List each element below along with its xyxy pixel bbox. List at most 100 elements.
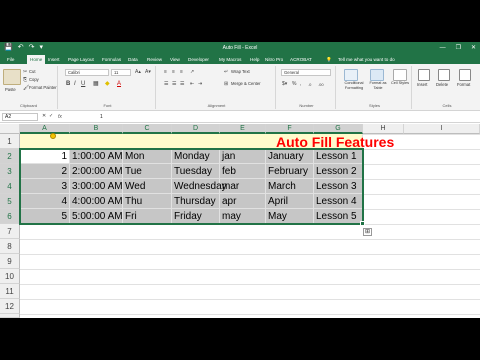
cell-c3[interactable]: Tue — [123, 164, 172, 179]
underline-icon[interactable]: U — [81, 81, 85, 88]
formula-input[interactable]: 1 — [100, 113, 103, 121]
increase-indent-icon[interactable]: ⇥ — [198, 81, 202, 88]
auto-fill-options-icon[interactable]: ⊞ — [363, 228, 372, 236]
cell-a6[interactable]: 5 — [20, 209, 70, 224]
format-button[interactable]: Format — [457, 82, 470, 88]
cell-g5[interactable]: Lesson 4 — [314, 194, 363, 209]
row-header-1[interactable]: 1 — [0, 134, 20, 149]
cell-d2[interactable]: Monday — [172, 149, 220, 164]
enter-icon[interactable]: ✓ — [49, 113, 53, 120]
wrap-text-button[interactable]: Wrap Text — [231, 69, 250, 75]
format-painter-button[interactable]: Format Painter — [29, 85, 57, 91]
cell-d4[interactable]: Wednesday — [172, 179, 227, 194]
select-all-corner[interactable] — [0, 124, 20, 134]
format-as-table-button[interactable]: Format as Table — [368, 81, 388, 91]
row-header-9[interactable]: 9 — [0, 254, 20, 269]
italic-icon[interactable]: I — [74, 81, 76, 88]
cell-f2[interactable]: January — [266, 149, 314, 164]
cell-g2[interactable]: Lesson 1 — [314, 149, 363, 164]
column-header-g[interactable]: G — [314, 124, 363, 134]
tab-home[interactable]: Home — [27, 55, 46, 64]
cell-f3[interactable]: February — [266, 164, 314, 179]
tab-view[interactable]: View — [170, 56, 180, 63]
number-format-select[interactable]: General — [281, 69, 331, 76]
cell-b3[interactable]: 2:00:00 AM — [70, 164, 123, 179]
format-icon[interactable] — [459, 69, 471, 81]
cell-c4[interactable]: Wed — [123, 179, 172, 194]
column-header-a[interactable]: A — [20, 124, 70, 134]
merge-center-button[interactable]: Merge & Center — [231, 81, 261, 87]
row-header-5[interactable]: 5 — [0, 194, 20, 209]
fill-handle[interactable] — [360, 221, 365, 226]
percent-icon[interactable]: % — [292, 81, 296, 88]
column-header-f[interactable]: F — [266, 124, 314, 134]
row-header-6[interactable]: 6 — [0, 209, 20, 224]
font-color-icon[interactable]: A — [117, 81, 121, 88]
align-bottom-icon[interactable]: ≡ — [180, 69, 183, 76]
cell-g6[interactable]: Lesson 5 — [314, 209, 363, 224]
cell-a5[interactable]: 4 — [20, 194, 70, 209]
shrink-font-icon[interactable]: A▾ — [145, 69, 151, 76]
tab-file[interactable]: File — [7, 56, 14, 63]
copy-button[interactable]: Copy — [29, 77, 39, 83]
tab-nitro-pro[interactable]: Nitro Pro — [265, 56, 283, 63]
restore-button[interactable]: ❐ — [456, 44, 461, 52]
orientation-icon[interactable]: ↗ — [190, 69, 194, 76]
insert-icon[interactable] — [418, 69, 430, 81]
cut-button[interactable]: Cut — [29, 69, 36, 75]
column-header-i[interactable]: I — [404, 124, 480, 134]
cell-b5[interactable]: 4:00:00 AM — [70, 194, 123, 209]
cell-e3[interactable]: feb — [220, 164, 266, 179]
cell-e5[interactable]: apr — [220, 194, 266, 209]
row-header-11[interactable]: 11 — [0, 284, 20, 299]
delete-button[interactable]: Delete — [436, 82, 448, 88]
tab-page-layout[interactable]: Page Layout — [68, 56, 94, 63]
insert-function-icon[interactable]: fx — [58, 113, 62, 121]
tell-me-search[interactable]: Tell me what you want to do — [338, 56, 395, 63]
cell-a4[interactable]: 3 — [20, 179, 70, 194]
grow-font-icon[interactable]: A▴ — [135, 69, 141, 76]
tab-insert[interactable]: Insert — [48, 56, 60, 63]
conditional-formatting-button[interactable]: Conditional Formatting — [340, 81, 368, 91]
insert-button[interactable]: Insert — [417, 82, 427, 88]
bold-icon[interactable]: B — [66, 81, 70, 88]
cell-f6[interactable]: May — [266, 209, 314, 224]
cell-c6[interactable]: Fri — [123, 209, 172, 224]
cell-b2[interactable]: 1:00:00 AM — [70, 149, 123, 164]
paste-icon[interactable] — [3, 69, 21, 85]
align-left-icon[interactable]: ☰ — [164, 81, 168, 88]
column-header-e[interactable]: E — [220, 124, 266, 134]
column-header-d[interactable]: D — [172, 124, 220, 134]
cell-d3[interactable]: Tuesday — [172, 164, 220, 179]
cell-d6[interactable]: Friday — [172, 209, 220, 224]
conditional-formatting-icon[interactable] — [344, 69, 358, 81]
cell-a2[interactable]: 1 — [20, 149, 70, 164]
column-header-h[interactable]: H — [363, 124, 404, 134]
fill-color-icon[interactable]: ◆ — [105, 81, 110, 88]
cell-a3[interactable]: 2 — [20, 164, 70, 179]
cell-f5[interactable]: April — [266, 194, 314, 209]
font-name-select[interactable]: Calibri — [65, 69, 109, 76]
row-header-8[interactable]: 8 — [0, 239, 20, 254]
close-button[interactable]: ✕ — [471, 44, 476, 52]
column-header-c[interactable]: C — [123, 124, 172, 134]
align-center-icon[interactable]: ☰ — [172, 81, 176, 88]
delete-icon[interactable] — [438, 69, 450, 81]
cell-g4[interactable]: Lesson 3 — [314, 179, 363, 194]
cell-styles-button[interactable]: Cell Styles — [390, 81, 410, 86]
increase-decimal-icon[interactable]: .0 — [308, 81, 311, 88]
cell-e6[interactable]: may — [220, 209, 266, 224]
cell-g3[interactable]: Lesson 2 — [314, 164, 363, 179]
minimize-button[interactable]: — — [440, 44, 446, 52]
align-top-icon[interactable]: ≡ — [164, 69, 167, 76]
worksheet-grid[interactable]: A B C D E F G H I 1 2 3 4 5 6 7 8 9 10 1… — [0, 124, 480, 318]
currency-icon[interactable]: $▾ — [282, 81, 287, 88]
row-header-4[interactable]: 4 — [0, 179, 20, 194]
cell-c5[interactable]: Thu — [123, 194, 172, 209]
paste-button[interactable]: Paste — [5, 87, 16, 93]
font-size-select[interactable]: 11 — [111, 69, 131, 76]
align-middle-icon[interactable]: ≡ — [172, 69, 175, 76]
cell-e4[interactable]: mar — [220, 179, 266, 194]
cell-e2[interactable]: jan — [220, 149, 266, 164]
cell-d5[interactable]: Thursday — [172, 194, 220, 209]
